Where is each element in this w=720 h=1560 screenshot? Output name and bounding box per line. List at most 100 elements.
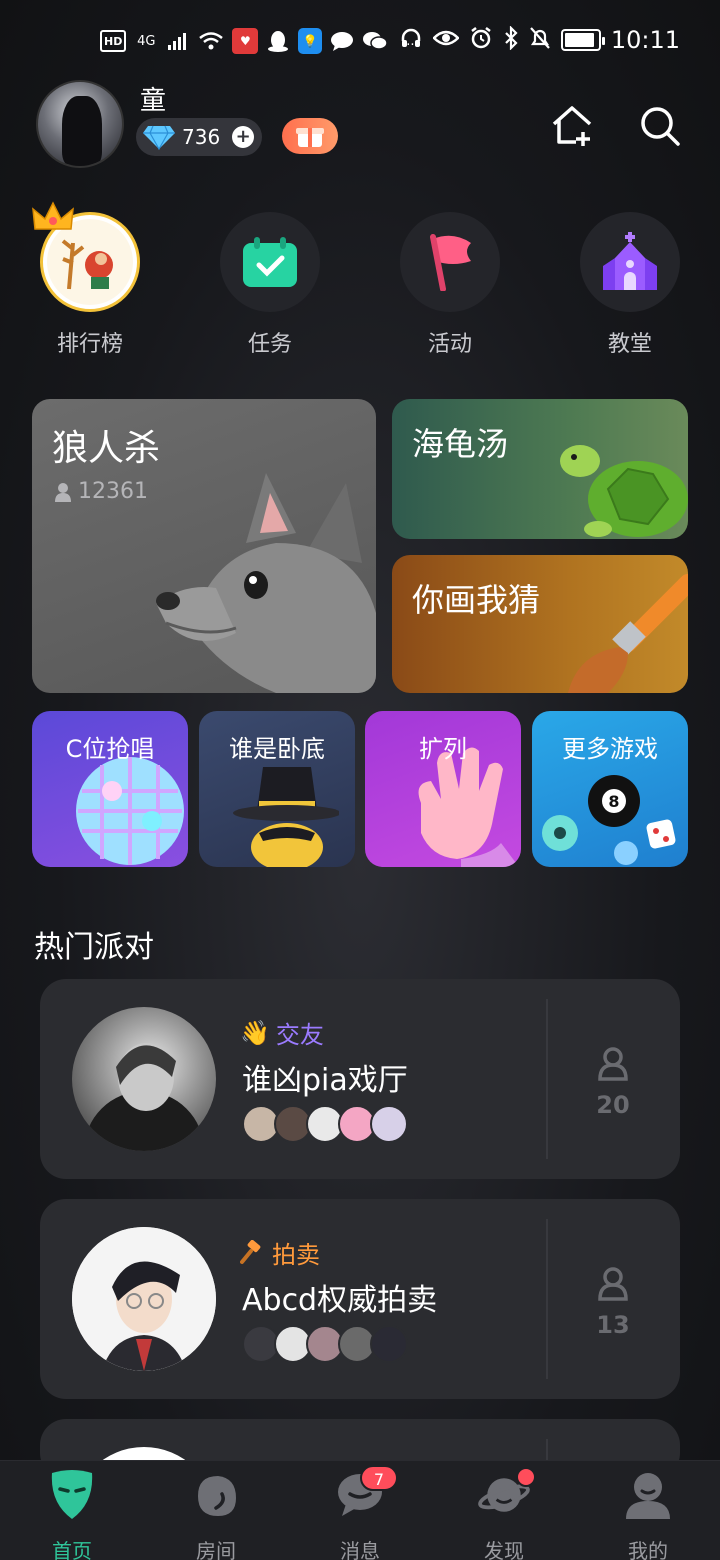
nav-me[interactable]: 我的 bbox=[588, 1469, 708, 1560]
search-icon bbox=[641, 107, 680, 146]
message-badge: 7 bbox=[360, 1465, 398, 1491]
diamond-balance[interactable]: 736 + bbox=[136, 118, 262, 156]
bulb-app-icon: 💡 bbox=[298, 28, 323, 54]
nav-label-home: 首页 bbox=[52, 1539, 92, 1560]
status-time: 10:11 bbox=[610, 26, 680, 54]
game-card-c-position[interactable]: C位抢唱 bbox=[32, 711, 188, 867]
game-card-undercover[interactable]: 谁是卧底 bbox=[199, 711, 355, 867]
room-members bbox=[242, 1325, 408, 1363]
bottom-navigation: 首页 房间 7 消息 发现 我的 bbox=[0, 1460, 720, 1560]
nav-label-rooms: 房间 bbox=[196, 1539, 236, 1560]
game-card-expand-friends[interactable]: 扩列 bbox=[365, 711, 521, 867]
planet-icon bbox=[478, 1467, 536, 1521]
task-icon bbox=[220, 212, 320, 312]
game-card-draw-guess[interactable]: 你画我猜 bbox=[392, 555, 688, 693]
eye-icon bbox=[432, 28, 460, 52]
mask-icon bbox=[46, 1469, 98, 1521]
divider bbox=[546, 999, 548, 1159]
room-icon bbox=[190, 1469, 242, 1521]
more-games-title: 更多游戏 bbox=[562, 735, 658, 763]
signal-icon bbox=[166, 28, 190, 54]
nav-home[interactable]: 首页 bbox=[12, 1469, 132, 1560]
nav-messages[interactable]: 7 消息 bbox=[300, 1465, 420, 1560]
church-icon bbox=[580, 212, 680, 312]
hd-icon: HD bbox=[100, 30, 127, 52]
alarm-icon bbox=[469, 26, 493, 54]
add-diamonds-icon[interactable]: + bbox=[232, 126, 255, 148]
wave-icon: 👋 bbox=[240, 1018, 270, 1047]
draw-guess-title: 你画我猜 bbox=[412, 581, 541, 619]
room-count: 13 bbox=[596, 1311, 630, 1339]
nav-rooms[interactable]: 房间 bbox=[156, 1469, 276, 1560]
wifi-icon bbox=[198, 28, 224, 54]
mute-bell-icon bbox=[529, 26, 551, 54]
battery-icon bbox=[560, 29, 605, 51]
room-tag: 👋 交友 bbox=[240, 1015, 324, 1050]
nav-label-me: 我的 bbox=[628, 1539, 668, 1560]
qq-icon bbox=[266, 28, 290, 54]
gift-icon bbox=[296, 128, 324, 147]
room-tag: 拍卖 bbox=[240, 1235, 320, 1270]
discover-dot bbox=[516, 1467, 536, 1487]
create-room-button[interactable] bbox=[548, 102, 596, 150]
game-card-werewolf[interactable]: 狼人杀 12361 bbox=[32, 399, 376, 693]
person-outline-icon bbox=[598, 1267, 628, 1301]
svg-text:8: 8 bbox=[608, 792, 619, 811]
quick-label-tasks: 任务 bbox=[247, 332, 292, 357]
undercover-title: 谁是卧底 bbox=[229, 735, 325, 763]
profile-header: 童 736 + bbox=[36, 80, 686, 172]
room-members bbox=[242, 1105, 408, 1143]
home-plus-icon bbox=[552, 106, 592, 146]
profile-icon bbox=[622, 1469, 674, 1521]
room-online-count: 13 bbox=[580, 1267, 646, 1339]
headphones-icon bbox=[399, 26, 423, 54]
gift-button[interactable] bbox=[282, 118, 338, 154]
network-4g-icon: 4G bbox=[137, 33, 156, 49]
flag-icon bbox=[400, 212, 500, 312]
werewolf-player-count: 12361 bbox=[78, 479, 148, 504]
party-room-card[interactable]: 拍卖 Abcd权威拍卖 13 bbox=[40, 1199, 680, 1399]
game-card-more-games[interactable]: 8 更多游戏 bbox=[532, 711, 688, 867]
member-avatar bbox=[370, 1105, 408, 1143]
quick-actions: 排行榜 任务 活动 教堂 bbox=[0, 201, 720, 362]
room-name: Abcd权威拍卖 bbox=[242, 1283, 438, 1318]
app-notification-icon: ♥ bbox=[232, 28, 259, 54]
quick-item-leaderboard[interactable]: 排行榜 bbox=[30, 201, 150, 358]
expand-friends-title: 扩列 bbox=[419, 735, 467, 763]
turtle-illustration bbox=[560, 445, 688, 537]
quick-item-church[interactable]: 教堂 bbox=[570, 212, 690, 358]
disco-ball-icon bbox=[76, 757, 184, 865]
quick-label-leaderboard: 排行榜 bbox=[56, 332, 123, 357]
username: 童 bbox=[140, 86, 167, 116]
crown-icon bbox=[32, 201, 74, 230]
room-online-count: 20 bbox=[580, 1047, 646, 1119]
divider bbox=[546, 1219, 548, 1379]
nav-discover[interactable]: 发现 bbox=[444, 1467, 564, 1560]
room-avatar bbox=[72, 1227, 216, 1371]
quick-label-events: 活动 bbox=[427, 332, 472, 357]
game-card-turtle-soup[interactable]: 海龟汤 bbox=[392, 399, 688, 539]
user-avatar[interactable] bbox=[36, 80, 124, 168]
nav-label-discover: 发现 bbox=[484, 1539, 524, 1560]
room-count: 20 bbox=[596, 1091, 630, 1119]
status-right-icons: 10:11 bbox=[399, 25, 680, 54]
bluetooth-icon bbox=[503, 25, 519, 54]
paintbrush-illustration bbox=[568, 574, 688, 693]
diamond-icon bbox=[143, 125, 175, 150]
gavel-icon bbox=[240, 1239, 261, 1264]
person-outline-icon bbox=[598, 1047, 628, 1081]
wechat-icon bbox=[362, 28, 389, 54]
quick-item-tasks[interactable]: 任务 bbox=[210, 212, 330, 358]
party-room-card[interactable]: 👋 交友 谁凶pia戏厅 20 bbox=[40, 979, 680, 1179]
c-position-title: C位抢唱 bbox=[65, 735, 155, 763]
status-left-icons: HD 4G ♥ 💡 ... bbox=[100, 28, 420, 54]
member-avatar bbox=[370, 1325, 408, 1363]
search-button[interactable] bbox=[636, 102, 684, 150]
person-icon bbox=[55, 482, 71, 502]
nav-label-messages: 消息 bbox=[340, 1539, 380, 1560]
room-name: 谁凶pia戏厅 bbox=[242, 1063, 408, 1098]
quick-item-events[interactable]: 活动 bbox=[390, 212, 510, 358]
quick-label-church: 教堂 bbox=[607, 332, 652, 357]
games-collection-icon: 8 bbox=[542, 775, 676, 865]
hot-party-title: 热门派对 bbox=[34, 930, 154, 965]
